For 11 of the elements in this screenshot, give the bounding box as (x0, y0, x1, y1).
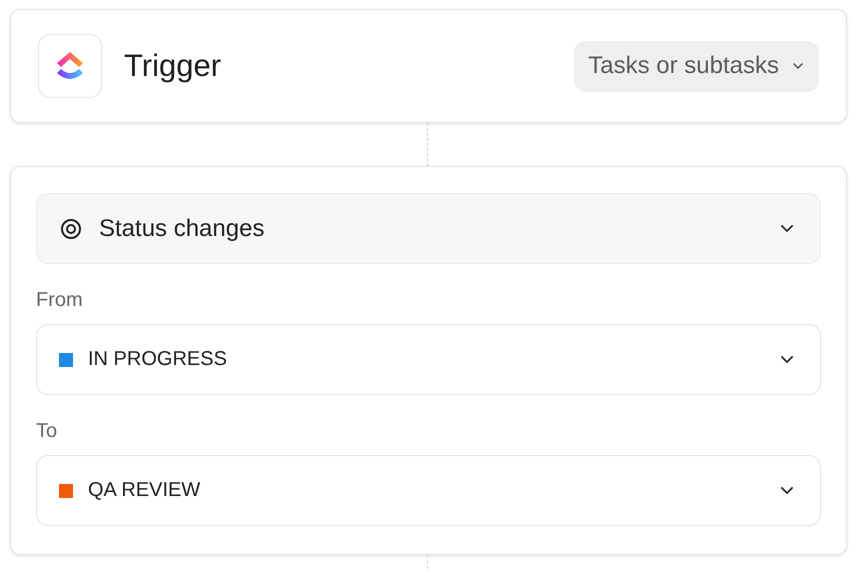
field-label: From (36, 289, 84, 312)
status-dropdown[interactable]: QA REVIEW (36, 455, 821, 526)
chevron-down-icon (781, 487, 793, 494)
event-dropdown[interactable]: Status changes (36, 193, 821, 264)
chevron-down-icon (781, 356, 793, 363)
chevron-down-icon (781, 225, 793, 232)
status-dropdown[interactable]: IN PROGRESS (36, 324, 821, 395)
trigger-title: Trigger (124, 48, 222, 84)
scope-dropdown[interactable]: Tasks or subtasks (574, 40, 819, 92)
target-icon (60, 218, 82, 240)
field-label: To (36, 420, 58, 443)
